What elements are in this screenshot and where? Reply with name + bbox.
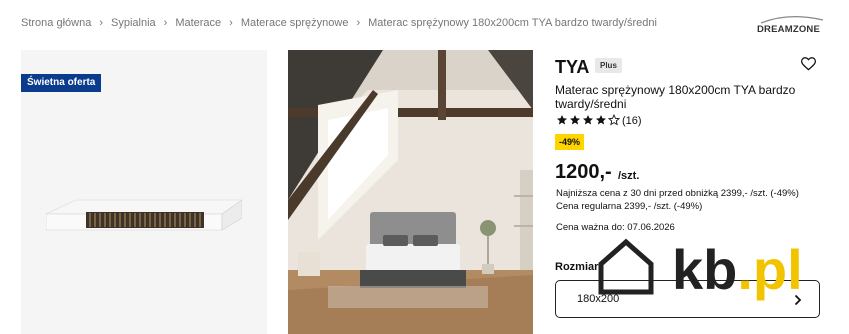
brand-logo[interactable]: DREAMZONE <box>757 14 827 36</box>
rating-stars[interactable] <box>556 114 620 126</box>
product-brand-title: TYA <box>555 57 590 77</box>
chevron-right-icon: › <box>356 17 361 29</box>
breadcrumb-current: Materac sprężynowy 180x200cm TYA bardzo … <box>368 17 657 29</box>
review-count[interactable]: (16) <box>622 115 642 127</box>
breadcrumb-mattresses[interactable]: Materace <box>175 17 221 29</box>
star-filled-icon <box>596 115 606 125</box>
heart-icon[interactable] <box>801 57 816 71</box>
house-watermark-icon <box>598 238 654 295</box>
regular-price-note: Cena regularna 2399,- /szt. (-49%) <box>556 201 703 212</box>
chevron-right-icon: › <box>99 17 103 29</box>
star-filled-icon <box>570 115 580 125</box>
chevron-right-icon: › <box>163 17 168 29</box>
star-empty-icon <box>608 114 620 126</box>
chevron-right-icon: › <box>229 17 233 29</box>
product-name: Materac sprężynowy 180x200cm TYA bardzo … <box>555 83 796 111</box>
price-valid-until: Cena ważna do: 07.06.2026 <box>556 222 675 233</box>
mattress-product-image <box>46 199 242 231</box>
price: 1200,- <box>555 161 612 183</box>
star-filled-icon <box>583 115 593 125</box>
brand-swoosh-icon <box>760 16 824 24</box>
price-unit: /szt. <box>618 170 640 182</box>
watermark-suffix: .pl <box>737 238 803 301</box>
star-filled-icon <box>557 115 567 125</box>
lowest-price-note: Najniższa cena z 30 dni przed obniżką 23… <box>556 188 799 199</box>
size-label: Rozmiar <box>555 261 599 273</box>
breadcrumb-home[interactable]: Strona główna <box>21 17 91 29</box>
breadcrumb: Strona główna › Sypialnia › Materace › M… <box>21 17 657 29</box>
breadcrumb-spring-mattresses[interactable]: Materace sprężynowe <box>241 17 349 29</box>
discount-badge: -49% <box>555 134 585 150</box>
product-lifestyle-photo[interactable] <box>288 50 533 334</box>
breadcrumb-bedroom[interactable]: Sypialnia <box>111 17 156 29</box>
plus-badge: Plus <box>595 58 622 73</box>
watermark-logo: kb.pl <box>672 242 803 298</box>
watermark-main: kb <box>672 238 738 301</box>
brand-name: DREAMZONE <box>757 24 821 35</box>
deal-badge: Świetna oferta <box>21 74 102 92</box>
